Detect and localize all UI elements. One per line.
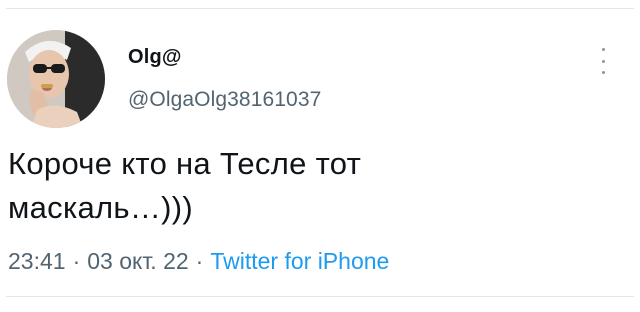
top-divider xyxy=(6,8,634,9)
more-dot xyxy=(601,48,605,51)
avatar[interactable] xyxy=(7,30,105,128)
bottom-divider xyxy=(6,296,634,297)
meta-separator: · xyxy=(195,248,204,274)
user-handle[interactable]: @OlgaOlg38161037 xyxy=(128,88,321,112)
tweet-card: Olg@ @OlgaOlg38161037 Короче кто на Тесл… xyxy=(0,0,640,312)
display-name[interactable]: Olg@ xyxy=(128,46,182,69)
tweet-source-link[interactable]: Twitter for iPhone xyxy=(210,248,389,274)
avatar-photo-icon xyxy=(7,30,105,128)
more-dot xyxy=(601,71,605,74)
more-dot xyxy=(601,59,605,63)
tweet-meta: 23:41 · 03 окт. 22 · Twitter for iPhone xyxy=(8,248,389,275)
meta-separator: · xyxy=(72,248,81,274)
tweet-text: Короче кто на Тесле тот маскаль…))) xyxy=(8,142,618,230)
tweet-time[interactable]: 23:41 xyxy=(8,248,66,274)
tweet-text-line: Короче кто на Тесле тот xyxy=(8,146,362,181)
more-vertical-icon[interactable] xyxy=(596,48,610,74)
tweet-date[interactable]: 03 окт. 22 xyxy=(87,248,188,274)
tweet-text-line: маскаль…))) xyxy=(8,190,194,225)
